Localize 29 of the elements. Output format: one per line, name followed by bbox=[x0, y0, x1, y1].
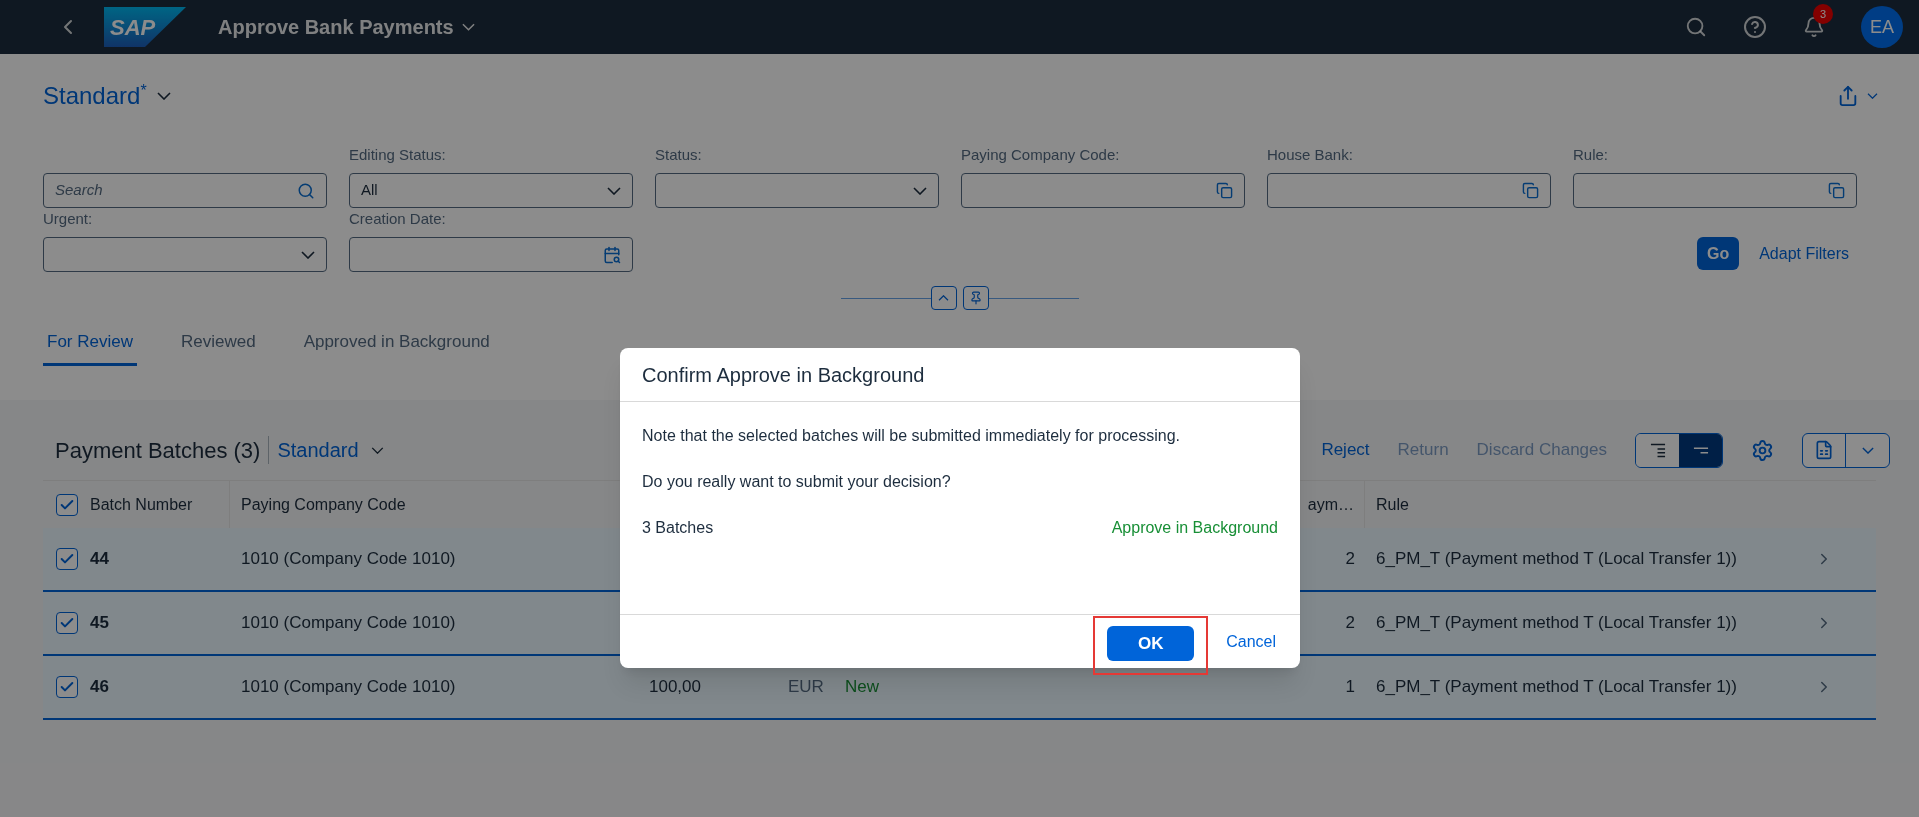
table-title: Payment Batches (3) bbox=[55, 436, 261, 465]
filter-label: Status: bbox=[655, 144, 702, 165]
table-cell: 1010 (Company Code 1010) bbox=[241, 677, 456, 697]
table-cell: 1010 (Company Code 1010) bbox=[241, 549, 456, 569]
table-cell: 6_PM_T (Payment method T (Local Transfer 1)) bbox=[1376, 677, 1737, 697]
table-cell: 6_PM_T (Payment method T (Local Transfer 1)) bbox=[1376, 549, 1737, 569]
decision-text: Approve in Background bbox=[1111, 518, 1278, 538]
table-cell: 6_PM_T (Payment method T (Local Transfer 1)) bbox=[1376, 613, 1737, 633]
dialog-message: Note that the selected batches will be submitted immediately for processing. bbox=[642, 426, 1182, 446]
filter-label: Rule: bbox=[1573, 144, 1609, 165]
filter-label: Urgent: bbox=[43, 208, 93, 229]
table-cell: 46 bbox=[90, 677, 109, 697]
filter-label: Paying Company Code: bbox=[961, 144, 1120, 165]
status-text: New bbox=[845, 677, 879, 697]
table-cell-text: 2 bbox=[1345, 612, 1355, 635]
filter-label: Editing Status: bbox=[349, 144, 446, 165]
dialog-message: Do you really want to submit your decision? bbox=[642, 472, 952, 492]
filter-label: House Bank: bbox=[1267, 144, 1353, 165]
table-cell: 45 bbox=[90, 613, 109, 633]
table-cell: 1010 (Company Code 1010) bbox=[241, 613, 456, 633]
filter-label: Creation Date: bbox=[349, 208, 446, 229]
table-cell-text: 1 bbox=[1345, 676, 1355, 699]
notification-badge: 3 bbox=[1813, 4, 1833, 24]
table-cell-text: 100,00 bbox=[649, 676, 701, 699]
table-cell-text: 2 bbox=[1345, 548, 1355, 571]
batch-count: 3 Batches bbox=[642, 518, 714, 538]
table-cell: 44 bbox=[90, 549, 109, 569]
dialog-title: Confirm Approve in Background bbox=[642, 362, 925, 388]
table-cell: EUR bbox=[788, 677, 824, 697]
